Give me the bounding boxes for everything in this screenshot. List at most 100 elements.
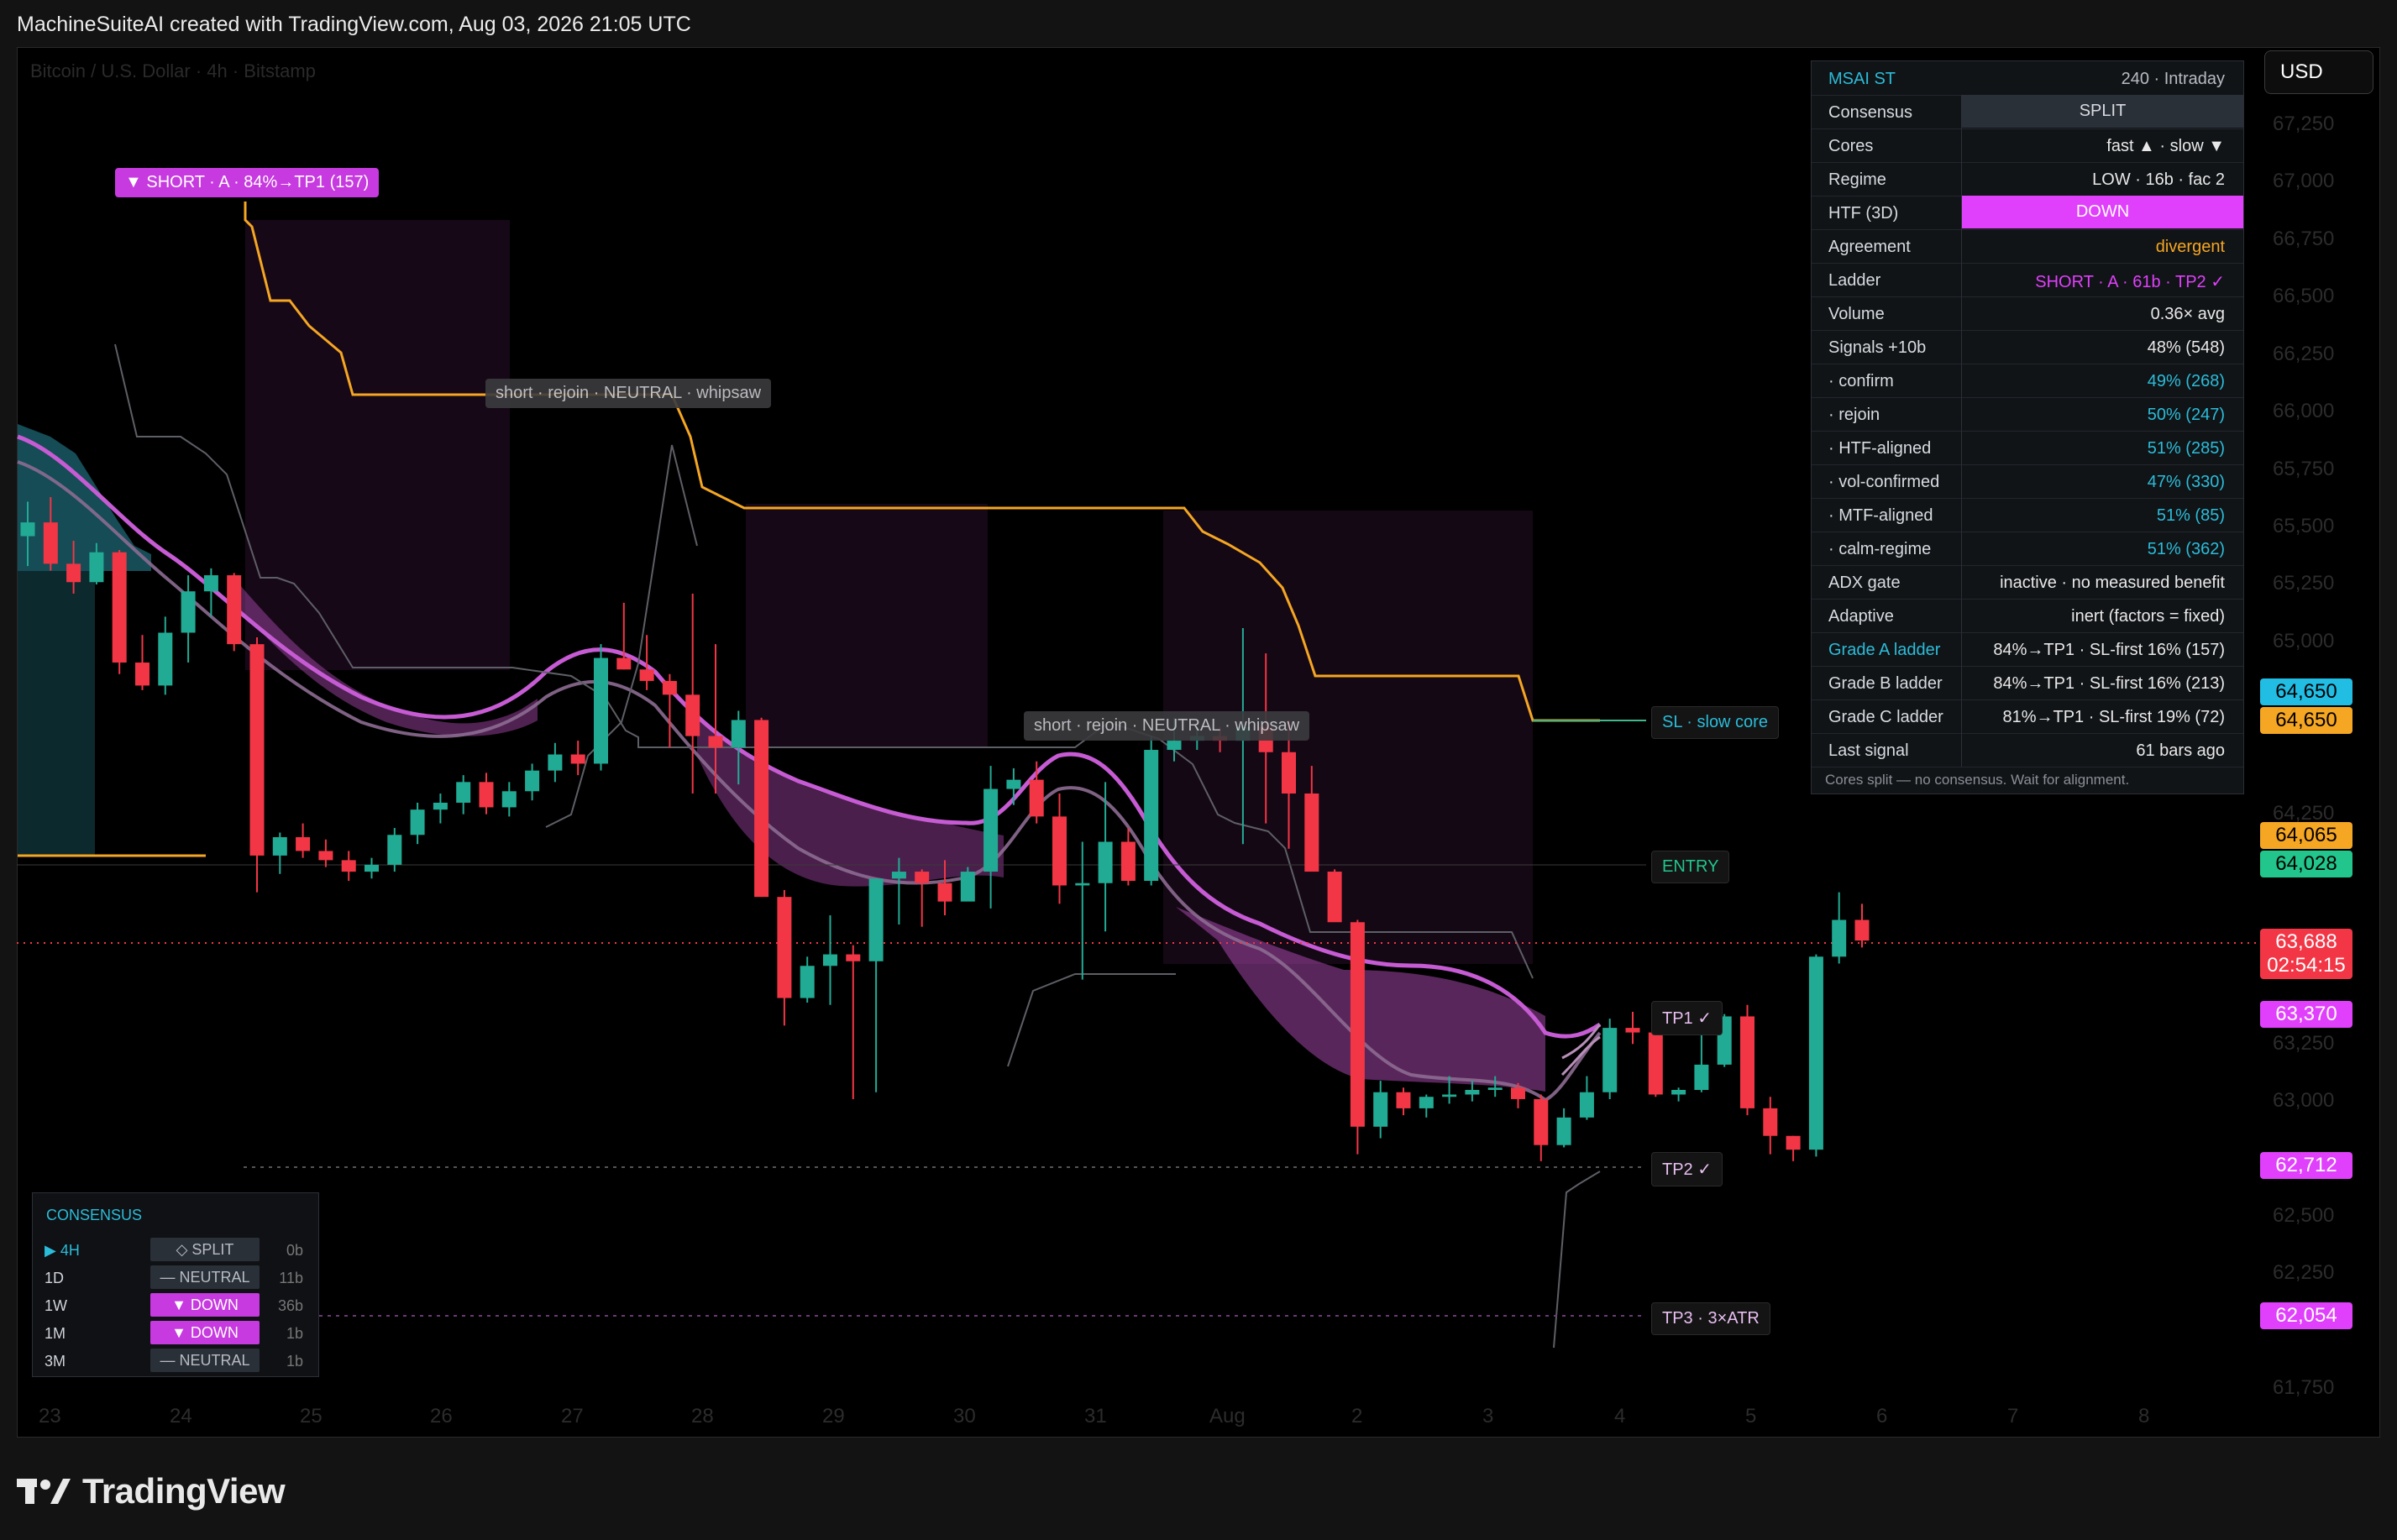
candle-down — [1511, 1087, 1525, 1099]
panel-row-key: · vol-confirmed — [1828, 473, 1940, 491]
panel-row-divider — [1961, 128, 1962, 162]
candle-up — [410, 809, 425, 835]
panel-row-value: SHORT · A · 61b · TP2 ✓ — [2035, 273, 2225, 291]
candle-down — [639, 669, 654, 681]
msai-panel: MSAI ST 240 · Intraday Consensus SPLIT Cor… — [1811, 60, 2244, 794]
candle-down — [754, 720, 769, 898]
y-label: 66,000 — [2273, 400, 2335, 422]
x-label: 23 — [39, 1405, 61, 1427]
candle-down — [1120, 841, 1136, 881]
candle-down — [66, 563, 81, 583]
candle-down — [1052, 816, 1067, 886]
panel-row-grade-a-ladder: Grade A ladder 84%→TP1 · SL-first 16% (15… — [1812, 632, 2243, 667]
panel-row-value: 49% (268) — [2147, 372, 2225, 390]
panel-row-key: ADX gate — [1828, 574, 1901, 592]
candle-up — [1602, 1028, 1618, 1092]
candle-down — [249, 644, 265, 856]
x-label: 5 — [1745, 1405, 1757, 1427]
candle-down — [915, 872, 930, 883]
x-label: 31 — [1084, 1405, 1107, 1427]
sl-price-tag-orange: 64,650 — [2260, 707, 2352, 734]
countdown-tag: 02:54:15 — [2260, 952, 2352, 979]
panel-row-divider — [1961, 599, 1962, 632]
panel-row-key: · HTF-aligned — [1828, 439, 1932, 458]
panel-row-divider — [1961, 565, 1962, 599]
x-label: 28 — [691, 1405, 714, 1427]
sl-shade-2 — [746, 504, 988, 747]
panel-row-grade-b-ladder: Grade B ladder 84%→TP1 · SL-first 16% (21… — [1812, 666, 2243, 700]
sl-shade-1 — [245, 220, 510, 670]
short-signal-label[interactable]: ▼ SHORT · A · 84%→TP1 (157) — [115, 168, 380, 197]
consensus-state: — NEUTRAL — [150, 1265, 260, 1289]
currency-button[interactable]: USD — [2264, 50, 2373, 94]
candle-down — [1029, 779, 1044, 817]
panel-row-value: DOWN — [1962, 196, 2243, 228]
consensus-row: 1W ▼ DOWN 36b — [33, 1292, 318, 1319]
candle-up — [1442, 1094, 1457, 1097]
panel-row-value: LOW · 16b · fac 2 — [2092, 170, 2225, 189]
candle-down — [1763, 1108, 1778, 1136]
rejoin-label-2[interactable]: short · rejoin · NEUTRAL · whipsaw — [1024, 711, 1310, 741]
y-label: 65,000 — [2273, 630, 2335, 652]
candle-up — [203, 575, 218, 592]
consensus-age: 1b — [286, 1353, 303, 1370]
candle-up — [731, 720, 746, 748]
candle-down — [227, 575, 242, 645]
consensus-state: ▼ DOWN — [150, 1321, 260, 1344]
x-label: 25 — [300, 1405, 323, 1427]
candle-down — [846, 954, 861, 961]
tp3-price-tag: 62,054 — [2260, 1302, 2352, 1329]
panel-row-value: 81%→TP1 · SL-first 19% (72) — [2002, 708, 2225, 726]
panel-row-key: Cores — [1828, 137, 1874, 155]
panel-row-mtf-aligned: · MTF-aligned 51% (85) — [1812, 498, 2243, 532]
candle-up — [1556, 1117, 1571, 1145]
tradingview-footer[interactable]: TradingView — [17, 1468, 286, 1515]
panel-row-divider — [1961, 397, 1962, 431]
panel-row-signals-10b: Signals +10b 48% (548) — [1812, 330, 2243, 364]
panel-row-key: Signals +10b — [1828, 338, 1927, 357]
panel-row-vol-confirmed: · vol-confirmed 47% (330) — [1812, 464, 2243, 499]
consensus-timeframe: 1W — [45, 1297, 67, 1314]
panel-header-row: MSAI ST 240 · Intraday — [1812, 61, 2243, 96]
consensus-timeframe: 3M — [45, 1353, 66, 1370]
candle-down — [1740, 1016, 1754, 1108]
panel-row-divider — [1961, 263, 1962, 296]
panel-row-last-signal: Last signal 61 bars ago — [1812, 733, 2243, 767]
panel-title: MSAI ST — [1828, 70, 1896, 88]
x-label: 3 — [1482, 1405, 1494, 1427]
candle-up — [891, 872, 906, 879]
panel-row-key: Consensus — [1828, 103, 1913, 122]
candle-up — [1579, 1092, 1594, 1118]
consensus-age: 11b — [279, 1270, 303, 1286]
candle-up — [800, 966, 815, 998]
y-label: 63,000 — [2273, 1089, 2335, 1112]
y-label: 65,750 — [2273, 458, 2335, 480]
consensus-state: — NEUTRAL — [150, 1349, 260, 1372]
y-label: 62,250 — [2273, 1261, 2335, 1284]
consensus-state: ◇ SPLIT — [150, 1238, 260, 1261]
tp1-level-tag: TP1 ✓ — [1651, 1001, 1723, 1035]
candle-up — [365, 864, 379, 872]
panel-row-regime: Regime LOW · 16b · fac 2 — [1812, 162, 2243, 196]
candle-up — [823, 954, 837, 966]
candle-up — [1006, 779, 1021, 789]
candle-up — [868, 878, 884, 961]
panel-row-key: Adaptive — [1828, 607, 1894, 626]
candle-down — [1786, 1135, 1801, 1150]
panel-row-key: Ladder — [1828, 271, 1881, 290]
panel-row-divider — [1961, 162, 1962, 196]
panel-row-divider — [1961, 699, 1962, 733]
y-label: 67,250 — [2273, 113, 2335, 135]
y-label: 66,750 — [2273, 228, 2335, 250]
candle-up — [1144, 750, 1159, 881]
consensus-timeframe: ▶ 4H — [45, 1242, 80, 1259]
panel-row-key: Grade B ladder — [1828, 674, 1943, 693]
consensus-row: 1M ▼ DOWN 1b — [33, 1320, 318, 1347]
panel-row-key: HTF (3D) — [1828, 204, 1899, 223]
candle-up — [158, 632, 173, 686]
y-label: 65,500 — [2273, 515, 2335, 537]
candle-down — [1350, 922, 1365, 1127]
rejoin-label-1[interactable]: short · rejoin · NEUTRAL · whipsaw — [485, 379, 772, 408]
candle-up — [1098, 841, 1113, 883]
y-label: 65,250 — [2273, 572, 2335, 595]
